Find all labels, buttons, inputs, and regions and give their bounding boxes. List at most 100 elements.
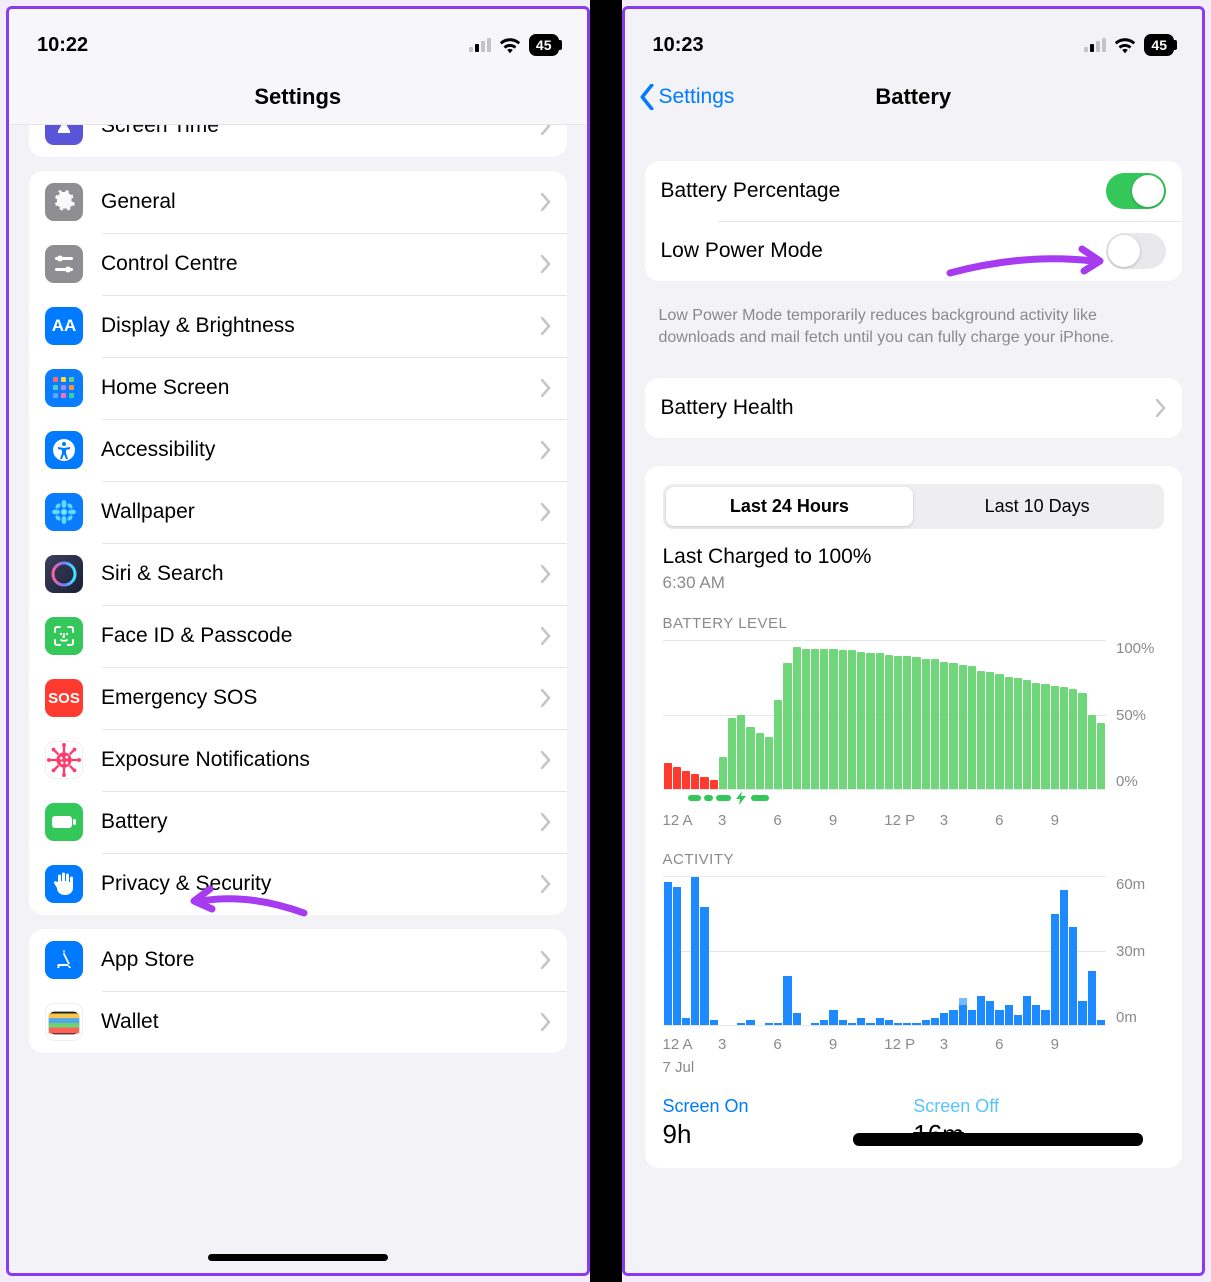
activity-yaxis: 60m 30m 0m	[1106, 876, 1164, 1026]
activity-bar	[700, 877, 708, 1025]
chevron-right-icon	[541, 1013, 551, 1031]
chevron-right-icon	[541, 317, 551, 335]
battery-level-bar	[737, 715, 745, 789]
row-home-screen[interactable]: Home Screen	[29, 357, 567, 419]
settings-group-store: App Store Wallet	[29, 929, 567, 1053]
row-battery[interactable]: Battery	[29, 791, 567, 853]
row-accessibility[interactable]: Accessibility	[29, 419, 567, 481]
battery-level-bar	[1051, 686, 1059, 790]
row-face-id-passcode[interactable]: Face ID & Passcode	[29, 605, 567, 667]
xtick: 12 P	[884, 1036, 939, 1053]
nav-header: Settings	[9, 69, 587, 125]
activity-bar	[885, 877, 893, 1025]
xtick: 9	[1051, 812, 1106, 829]
activity-bar	[912, 877, 920, 1025]
status-time: 10:23	[653, 34, 704, 57]
row-screen-time[interactable]: Screen Time	[29, 125, 567, 157]
row-app-store[interactable]: App Store	[29, 929, 567, 991]
battery-level-bar	[664, 763, 672, 790]
chevron-right-icon	[541, 627, 551, 645]
row-label: Low Power Mode	[661, 239, 1107, 263]
row-label: Accessibility	[101, 438, 541, 462]
activity-bar	[1088, 877, 1096, 1025]
row-label: Wallpaper	[101, 500, 541, 524]
battery-level-bar	[995, 674, 1003, 789]
activity-bar	[922, 877, 930, 1025]
battery-health-row[interactable]: Battery Health	[645, 378, 1183, 438]
xtick: 12 A	[663, 1036, 718, 1053]
xtick: 3	[940, 812, 995, 829]
battery-level-bar	[829, 649, 837, 790]
row-wallpaper[interactable]: Wallpaper	[29, 481, 567, 543]
activity-section-label: ACTIVITY	[663, 851, 1165, 868]
battery-health-group: Battery Health	[645, 378, 1183, 438]
battery-level-bar	[673, 767, 681, 789]
battery-level-section-label: BATTERY LEVEL	[663, 615, 1165, 632]
row-wallet[interactable]: Wallet	[29, 991, 567, 1053]
activity-bar	[811, 877, 819, 1025]
battery-percentage-toggle-row: Battery Percentage	[645, 161, 1183, 221]
activity-bar	[931, 877, 939, 1025]
row-label: Control Centre	[101, 252, 541, 276]
row-exposure-notifications[interactable]: Exposure Notifications	[29, 729, 567, 791]
row-emergency-sos[interactable]: SOSEmergency SOS	[29, 667, 567, 729]
battery-level-bar	[903, 656, 911, 789]
battery-content[interactable]: Battery PercentageLow Power Mode Low Pow…	[625, 125, 1203, 1273]
tab-last-24-hours[interactable]: Last 24 Hours	[666, 487, 914, 526]
activity-bar	[848, 877, 856, 1025]
page-title: Settings	[254, 84, 341, 110]
page-title: Battery	[875, 84, 951, 110]
activity-bar	[765, 877, 773, 1025]
row-siri-search[interactable]: Siri & Search	[29, 543, 567, 605]
back-button[interactable]: Settings	[639, 84, 735, 110]
activity-date: 7 Jul	[663, 1059, 1165, 1076]
activity-bar	[1005, 877, 1013, 1025]
activity-bar	[829, 877, 837, 1025]
battery-level-bar	[691, 774, 699, 789]
settings-screen: 10:22 45 Settings Screen Time	[6, 6, 590, 1276]
redaction-bar	[853, 1133, 1143, 1146]
activity-bar	[756, 877, 764, 1025]
activity-bar	[1023, 877, 1031, 1025]
text-size-icon: AA	[45, 307, 83, 345]
xtick: 12 A	[663, 812, 718, 829]
row-label: Battery	[101, 810, 541, 834]
chevron-right-icon	[541, 751, 551, 769]
activity-bar	[857, 877, 865, 1025]
battery-level-bar	[1097, 723, 1105, 790]
battery-percentage-toggle[interactable]	[1106, 173, 1166, 209]
row-general[interactable]: General	[29, 171, 567, 233]
row-display-brightness[interactable]: AADisplay & Brightness	[29, 295, 567, 357]
last-charged-time: 6:30 AM	[663, 573, 1165, 593]
chevron-right-icon	[541, 689, 551, 707]
activity-bar	[839, 877, 847, 1025]
battery-level-bar	[1060, 687, 1068, 789]
appstore-icon	[45, 941, 83, 979]
battery-level-bar	[746, 727, 754, 789]
row-label: App Store	[101, 948, 541, 972]
battery-screen: 10:23 45 Settings Battery Battery Percen…	[622, 6, 1206, 1276]
low-power-mode-toggle[interactable]	[1106, 233, 1166, 269]
home-indicator[interactable]	[208, 1254, 388, 1261]
battery-level-bar	[949, 663, 957, 789]
row-privacy-security[interactable]: Privacy & Security	[29, 853, 567, 915]
battery-level-bar	[700, 777, 708, 789]
settings-list[interactable]: Screen Time General Control Centre AADispl…	[9, 125, 587, 1273]
battery-level-bar	[682, 771, 690, 789]
battery-level-bar	[1041, 684, 1049, 789]
activity-bar	[774, 877, 782, 1025]
battery-level-bar	[1032, 683, 1040, 790]
row-label: Privacy & Security	[101, 872, 541, 896]
row-control-centre[interactable]: Control Centre	[29, 233, 567, 295]
activity-bar	[1051, 877, 1059, 1025]
wifi-icon	[1114, 36, 1136, 54]
row-label: Emergency SOS	[101, 686, 541, 710]
row-label: Battery Health	[661, 396, 1157, 420]
activity-bar	[1060, 877, 1068, 1025]
activity-bar	[977, 877, 985, 1025]
tab-last-10-days[interactable]: Last 10 Days	[913, 487, 1161, 526]
time-range-segmented: Last 24 Hours Last 10 Days	[663, 484, 1165, 529]
activity-bar	[746, 877, 754, 1025]
chevron-right-icon	[1156, 399, 1166, 417]
battery-level-bar	[793, 647, 801, 789]
